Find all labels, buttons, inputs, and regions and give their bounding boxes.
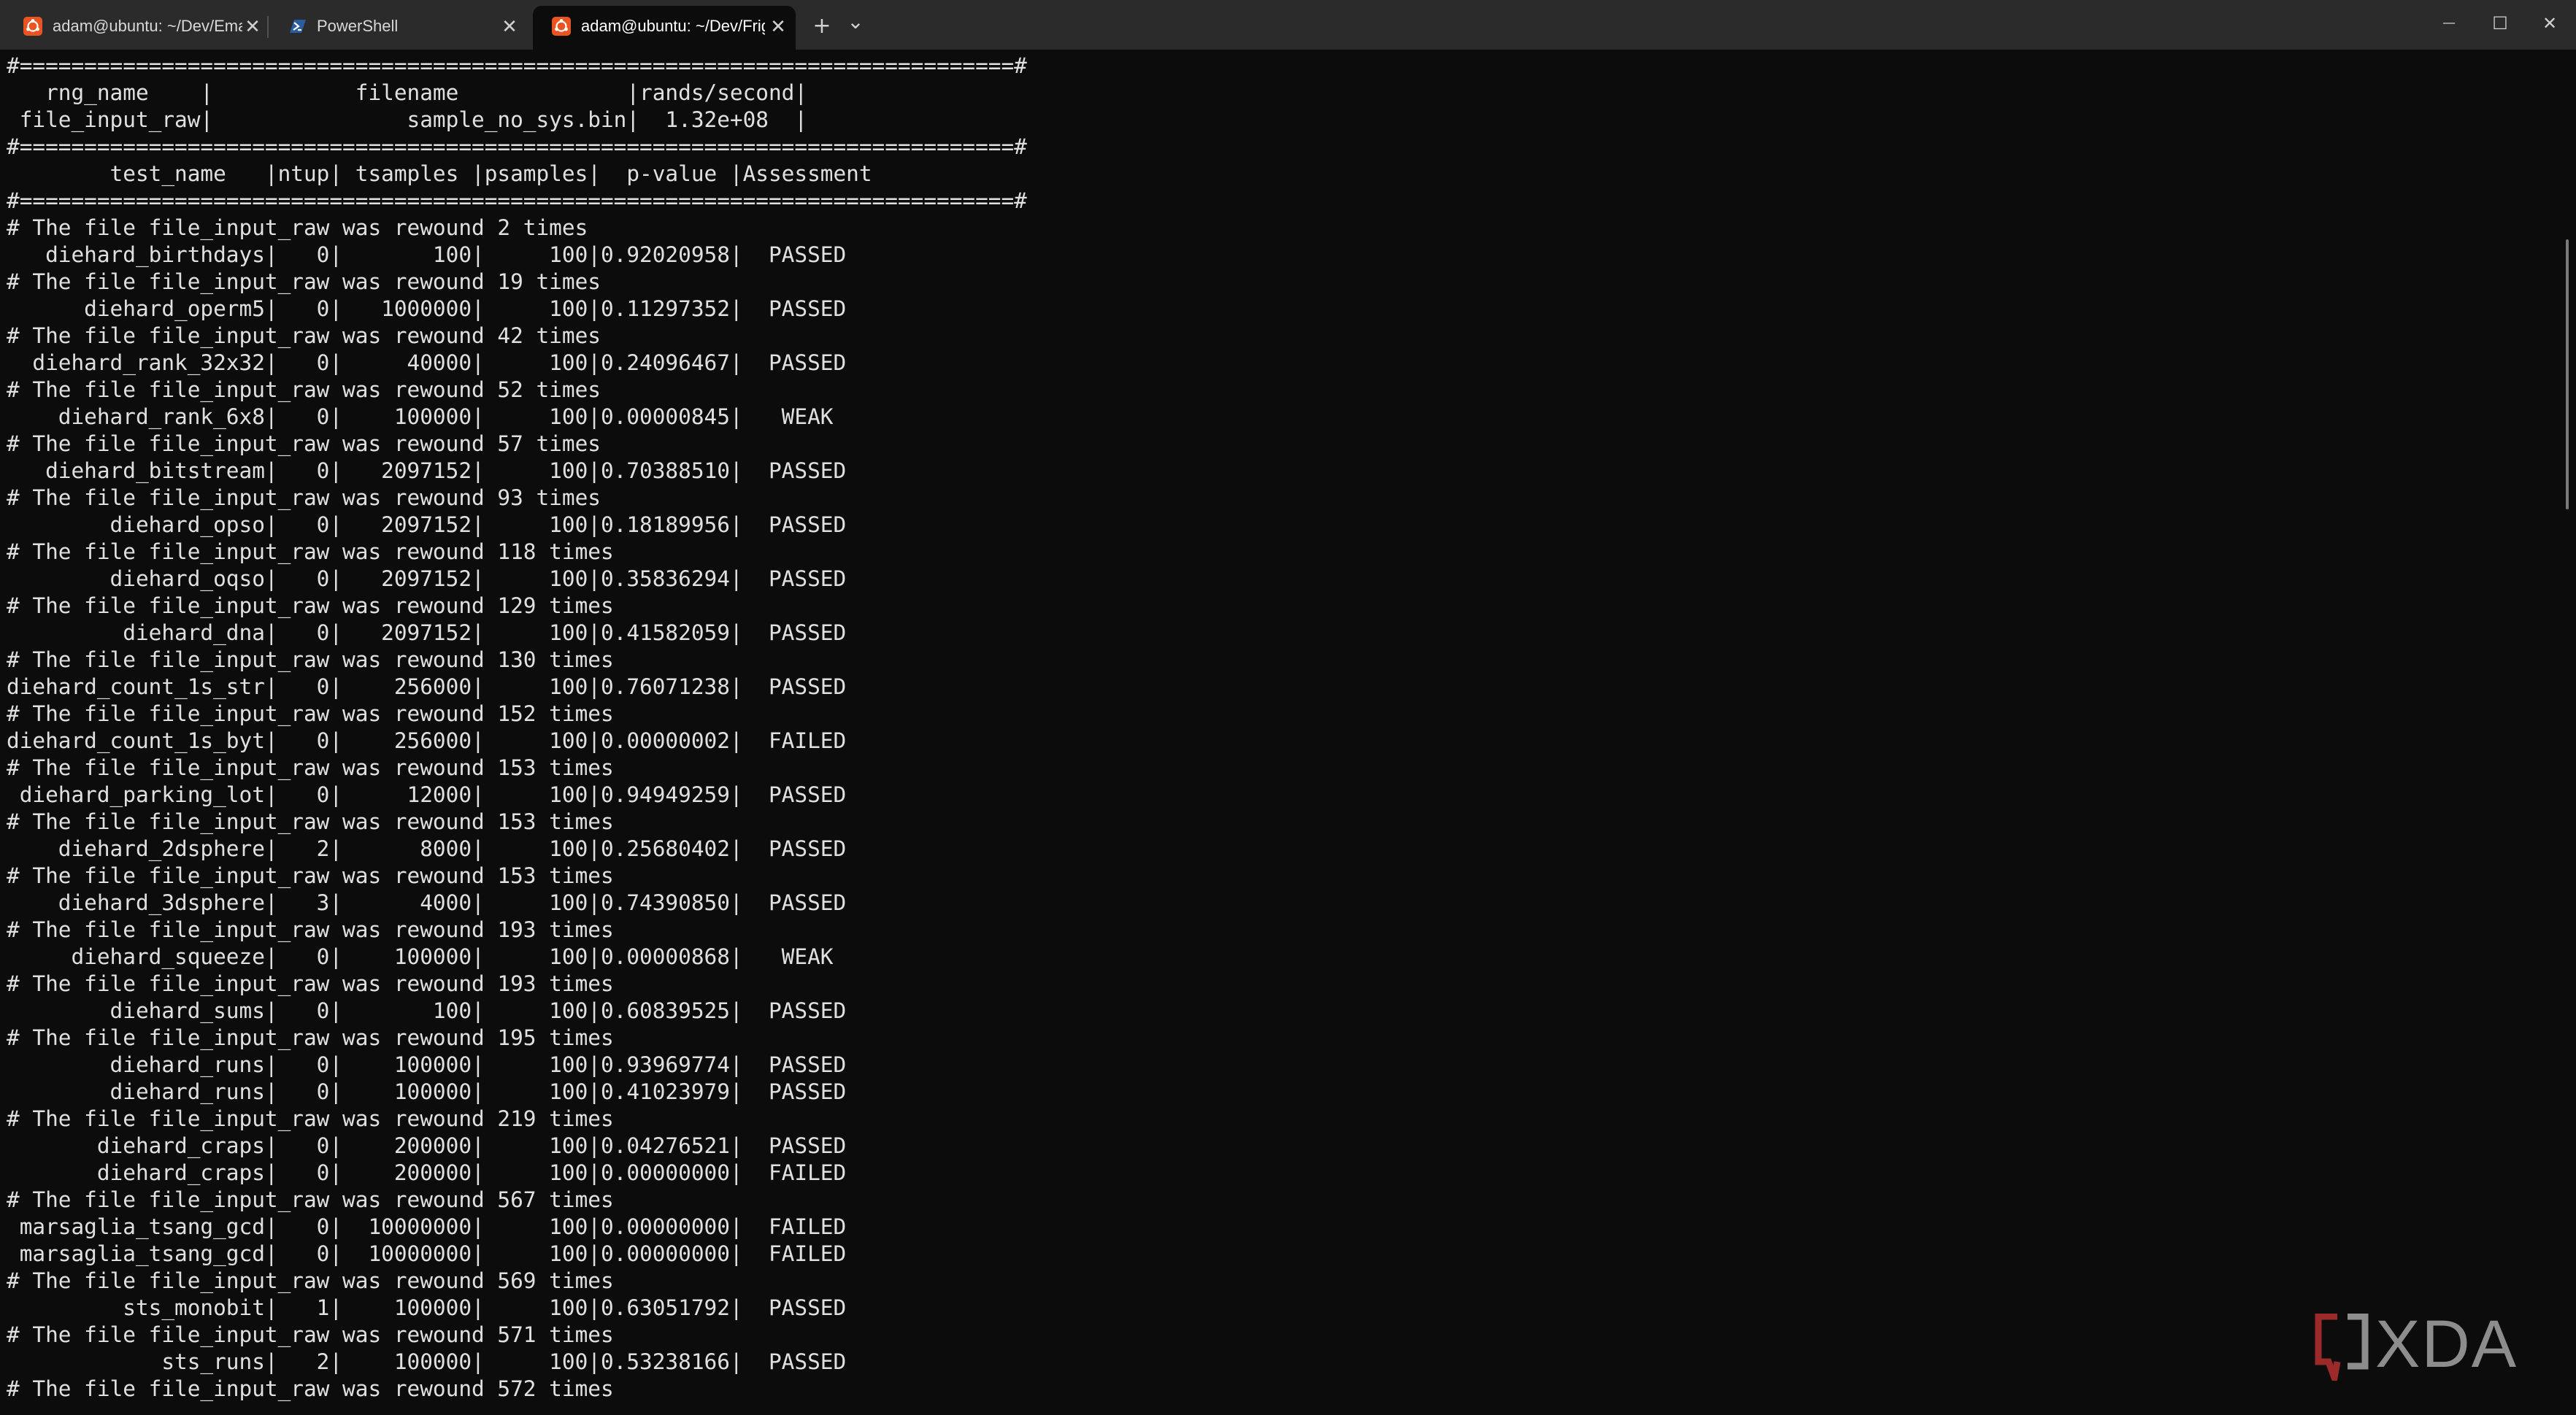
terminal-line: diehard_3dsphere| 3| 4000| 100|0.7439085… — [7, 890, 847, 915]
terminal-line: sts_runs| 2| 100000| 100|0.53238166| PAS… — [7, 1349, 847, 1374]
terminal-line: #=======================================… — [7, 134, 1027, 159]
terminal-line: # The file file_input_raw was rewound 57… — [7, 1322, 614, 1347]
terminal-line: diehard_rank_32x32| 0| 40000| 100|0.2409… — [7, 350, 847, 375]
terminal-line: # The file file_input_raw was rewound 19… — [7, 971, 614, 996]
terminal-line: # The file file_input_raw was rewound 52… — [7, 377, 601, 402]
terminal-line: diehard_runs| 0| 100000| 100|0.93969774|… — [7, 1052, 847, 1077]
terminal-line: # The file file_input_raw was rewound 21… — [7, 1106, 614, 1131]
close-window-button[interactable]: ✕ — [2524, 6, 2575, 41]
terminal-line: # The file file_input_raw was rewound 15… — [7, 701, 614, 726]
terminal-line: # The file file_input_raw was rewound 57… — [7, 1376, 614, 1401]
terminal-line: diehard_sums| 0| 100| 100|0.60839525| PA… — [7, 998, 847, 1023]
terminal-line: diehard_birthdays| 0| 100| 100|0.9202095… — [7, 242, 847, 267]
terminal-lines: #=======================================… — [7, 53, 1027, 1403]
terminal-line: # The file file_input_raw was rewound 11… — [7, 539, 614, 564]
new-tab-button[interactable]: + — [807, 9, 837, 44]
terminal-line: # The file file_input_raw was rewound 56… — [7, 1268, 614, 1293]
terminal-line: # The file file_input_raw was rewound 19… — [7, 917, 614, 942]
powershell-icon — [290, 20, 306, 33]
terminal-line: diehard_craps| 0| 200000| 100|0.04276521… — [7, 1133, 847, 1158]
tab-ubuntu-emakis[interactable]: adam@ubuntu: ~/Dev/EmakiS ✕ — [4, 6, 267, 47]
maximize-button[interactable]: ☐ — [2475, 6, 2526, 41]
minimize-button[interactable]: — — [2423, 6, 2475, 41]
terminal-output[interactable]: #=======================================… — [0, 50, 2555, 1415]
terminal-line: diehard_opso| 0| 2097152| 100|0.18189956… — [7, 512, 847, 537]
terminal-line: diehard_parking_lot| 0| 12000| 100|0.949… — [7, 782, 847, 807]
terminal-line: # The file file_input_raw was rewound 42… — [7, 323, 601, 348]
terminal-line: # The file file_input_raw was rewound 15… — [7, 755, 614, 780]
terminal-line: diehard_squeeze| 0| 100000| 100|0.000008… — [7, 944, 834, 969]
tab-title: adam@ubuntu: ~/Dev/EmakiS — [53, 17, 242, 35]
terminal-line: diehard_runs| 0| 100000| 100|0.41023979|… — [7, 1079, 847, 1104]
terminal-line: marsaglia_tsang_gcd| 0| 10000000| 100|0.… — [7, 1241, 847, 1266]
terminal-line: diehard_count_1s_str| 0| 256000| 100|0.7… — [7, 674, 847, 699]
ubuntu-icon — [552, 17, 571, 36]
terminal-line: test_name |ntup| tsamples |psamples| p-v… — [7, 161, 872, 186]
tab-close-button[interactable]: ✕ — [496, 6, 523, 47]
terminal-line: diehard_operm5| 0| 1000000| 100|0.112973… — [7, 296, 847, 321]
terminal-window: adam@ubuntu: ~/Dev/EmakiS ✕ PowerShell ✕ — [0, 0, 2576, 1415]
terminal-line: diehard_2dsphere| 2| 8000| 100|0.2568040… — [7, 836, 847, 861]
terminal-line: # The file file_input_raw was rewound 13… — [7, 647, 614, 672]
tab-dropdown-button[interactable]: ⌄ — [841, 4, 870, 39]
terminal-line: diehard_dna| 0| 2097152| 100|0.41582059|… — [7, 620, 847, 645]
tab-powershell[interactable]: PowerShell ✕ — [269, 6, 531, 47]
terminal-line: # The file file_input_raw was rewound 12… — [7, 593, 614, 618]
title-bar[interactable]: adam@ubuntu: ~/Dev/EmakiS ✕ PowerShell ✕ — [0, 0, 2576, 50]
terminal-line: diehard_oqso| 0| 2097152| 100|0.35836294… — [7, 566, 847, 591]
terminal-line: # The file file_input_raw was rewound 19… — [7, 1025, 614, 1050]
tab-ubuntu-frigate[interactable]: adam@ubuntu: ~/Dev/Frigat ✕ — [533, 6, 796, 50]
terminal-line: # The file file_input_raw was rewound 2 … — [7, 215, 588, 240]
scrollbar-thumb[interactable] — [2566, 239, 2569, 509]
terminal-line: # The file file_input_raw was rewound 56… — [7, 1187, 614, 1212]
terminal-line: # The file file_input_raw was rewound 19… — [7, 269, 601, 294]
terminal-line: diehard_bitstream| 0| 2097152| 100|0.703… — [7, 458, 847, 483]
terminal-line: diehard_craps| 0| 200000| 100|0.00000000… — [7, 1160, 847, 1185]
tab-title: adam@ubuntu: ~/Dev/Frigat — [581, 17, 765, 35]
terminal-line: # The file file_input_raw was rewound 93… — [7, 485, 601, 510]
tab-close-button[interactable]: ✕ — [765, 6, 791, 47]
terminal-line: #=======================================… — [7, 53, 1027, 78]
terminal-line: diehard_rank_6x8| 0| 100000| 100|0.00000… — [7, 404, 834, 429]
tab-close-button[interactable]: ✕ — [239, 6, 266, 47]
xda-logo-icon — [2315, 1314, 2369, 1381]
scrollbar[interactable] — [2555, 50, 2576, 1415]
terminal-line: file_input_raw| sample_no_sys.bin| 1.32e… — [7, 107, 808, 132]
xda-watermark: XDA — [2312, 1308, 2553, 1381]
watermark-text: XDA — [2375, 1307, 2518, 1381]
terminal-line: # The file file_input_raw was rewound 57… — [7, 431, 601, 456]
terminal-line: diehard_count_1s_byt| 0| 256000| 100|0.0… — [7, 728, 847, 753]
tab-title: PowerShell — [317, 17, 399, 35]
terminal-line: #=======================================… — [7, 188, 1027, 213]
terminal-line: # The file file_input_raw was rewound 15… — [7, 863, 614, 888]
terminal-line: marsaglia_tsang_gcd| 0| 10000000| 100|0.… — [7, 1214, 847, 1239]
terminal-line: rng_name | filename |rands/second| — [7, 80, 808, 105]
ubuntu-icon — [23, 17, 42, 36]
terminal-line: sts_monobit| 1| 100000| 100|0.63051792| … — [7, 1295, 847, 1320]
terminal-line: # The file file_input_raw was rewound 15… — [7, 809, 614, 834]
